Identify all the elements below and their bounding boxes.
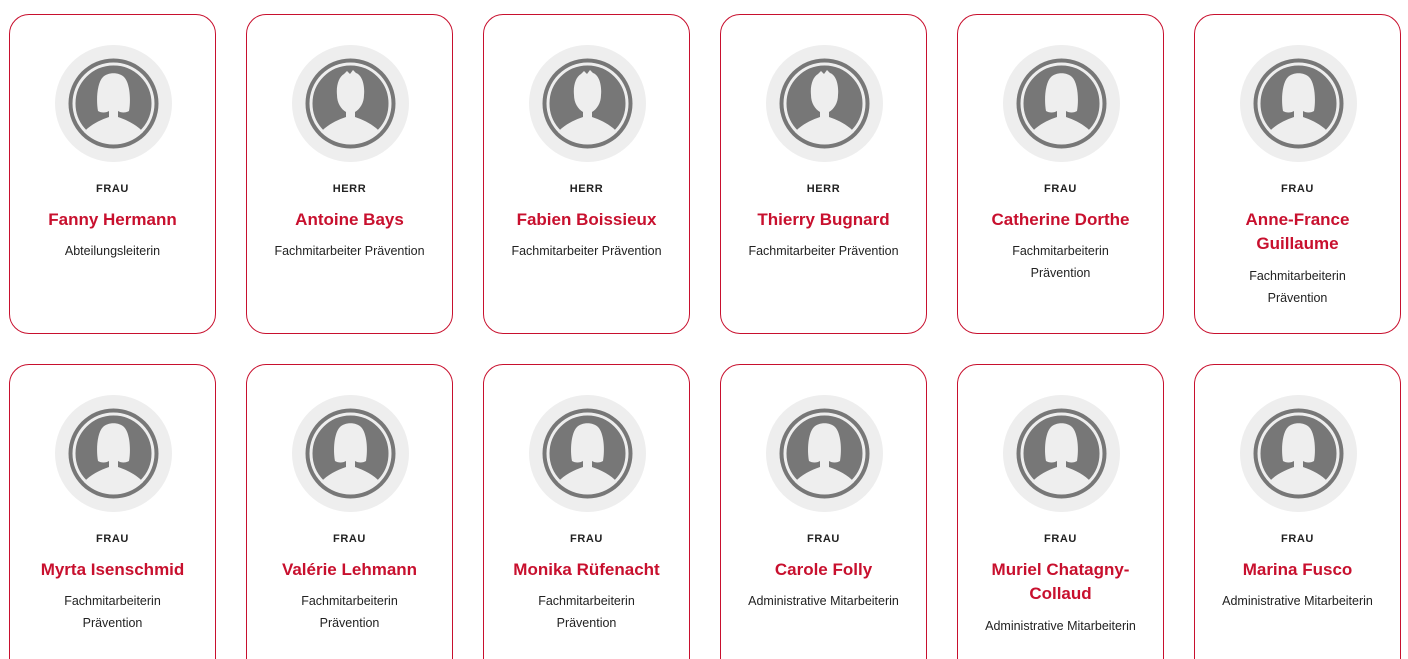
team-card[interactable]: FRAU Marina Fusco Administrative Mitarbe… [1194,364,1401,659]
team-card[interactable]: FRAU Myrta Isenschmid Fachmitarbeiterin … [9,364,216,659]
male-avatar-icon [529,45,646,162]
person-role: Administrative Mitarbeiterin [985,619,1136,633]
team-card[interactable]: FRAU Catherine Dorthe Fachmitarbeiterin … [957,14,1164,334]
person-role: Administrative Mitarbeiterin [1222,594,1373,608]
person-role: Abteilungsleiterin [64,244,161,258]
person-role: Fachmitarbeiter Prävention [274,244,425,258]
person-role: Fachmitarbeiter Prävention [748,244,899,258]
salutation: FRAU [333,533,366,545]
salutation: FRAU [807,533,840,545]
team-card[interactable]: FRAU Carole Folly Administrative Mitarbe… [720,364,927,659]
salutation: FRAU [570,533,603,545]
person-name: Marina Fusco [1242,560,1353,579]
person-name: Muriel Chatagny-Collaud [991,560,1130,603]
salutation: FRAU [1044,533,1077,545]
person-role: Fachmitarbeiterin Prävention [1249,269,1346,305]
salutation: FRAU [1281,183,1314,195]
person-name: Fabien Boissieux [516,210,657,229]
salutation: FRAU [1281,533,1314,545]
person-role: Fachmitarbeiter Prävention [511,244,662,258]
person-role: Fachmitarbeiterin Prävention [538,594,635,630]
person-name: Antoine Bays [295,210,404,229]
female-avatar-icon [55,395,172,512]
person-name: Valérie Lehmann [281,560,418,579]
female-avatar-icon [766,395,883,512]
team-card[interactable]: FRAU Valérie Lehmann Fachmitarbeiterin P… [246,364,453,659]
person-role: Fachmitarbeiterin Prävention [301,594,398,630]
person-name: Carole Folly [774,560,873,579]
person-name: Catherine Dorthe [991,210,1130,229]
female-avatar-icon [1003,395,1120,512]
team-card[interactable]: HERR Fabien Boissieux Fachmitarbeiter Pr… [483,14,690,334]
team-card[interactable]: FRAU Monika Rüfenacht Fachmitarbeiterin … [483,364,690,659]
salutation: FRAU [96,183,129,195]
team-grid: FRAU Fanny Hermann Abteilungsleiterin HE… [0,0,1408,659]
person-role: Administrative Mitarbeiterin [748,594,899,608]
male-avatar-icon [766,45,883,162]
male-avatar-icon [292,45,409,162]
person-name: Fanny Hermann [48,210,177,229]
female-avatar-icon [529,395,646,512]
female-avatar-icon [55,45,172,162]
team-card[interactable]: FRAU Anne-France Guillaume Fachmitarbeit… [1194,14,1401,334]
salutation: HERR [332,183,367,195]
person-role: Fachmitarbeiterin Prävention [1012,244,1109,280]
person-name: Thierry Bugnard [757,210,890,229]
team-card[interactable]: HERR Thierry Bugnard Fachmitarbeiter Prä… [720,14,927,334]
team-card[interactable]: FRAU Fanny Hermann Abteilungsleiterin [9,14,216,334]
salutation: HERR [806,183,841,195]
person-name: Anne-France Guillaume [1245,210,1350,253]
female-avatar-icon [1240,395,1357,512]
team-card[interactable]: HERR Antoine Bays Fachmitarbeiter Präven… [246,14,453,334]
person-name: Myrta Isenschmid [40,560,185,579]
female-avatar-icon [1003,45,1120,162]
female-avatar-icon [292,395,409,512]
person-role: Fachmitarbeiterin Prävention [64,594,161,630]
team-card[interactable]: FRAU Muriel Chatagny-Collaud Administrat… [957,364,1164,659]
person-name: Monika Rüfenacht [513,560,660,579]
salutation: FRAU [1044,183,1077,195]
salutation: HERR [569,183,604,195]
female-avatar-icon [1240,45,1357,162]
salutation: FRAU [96,533,129,545]
